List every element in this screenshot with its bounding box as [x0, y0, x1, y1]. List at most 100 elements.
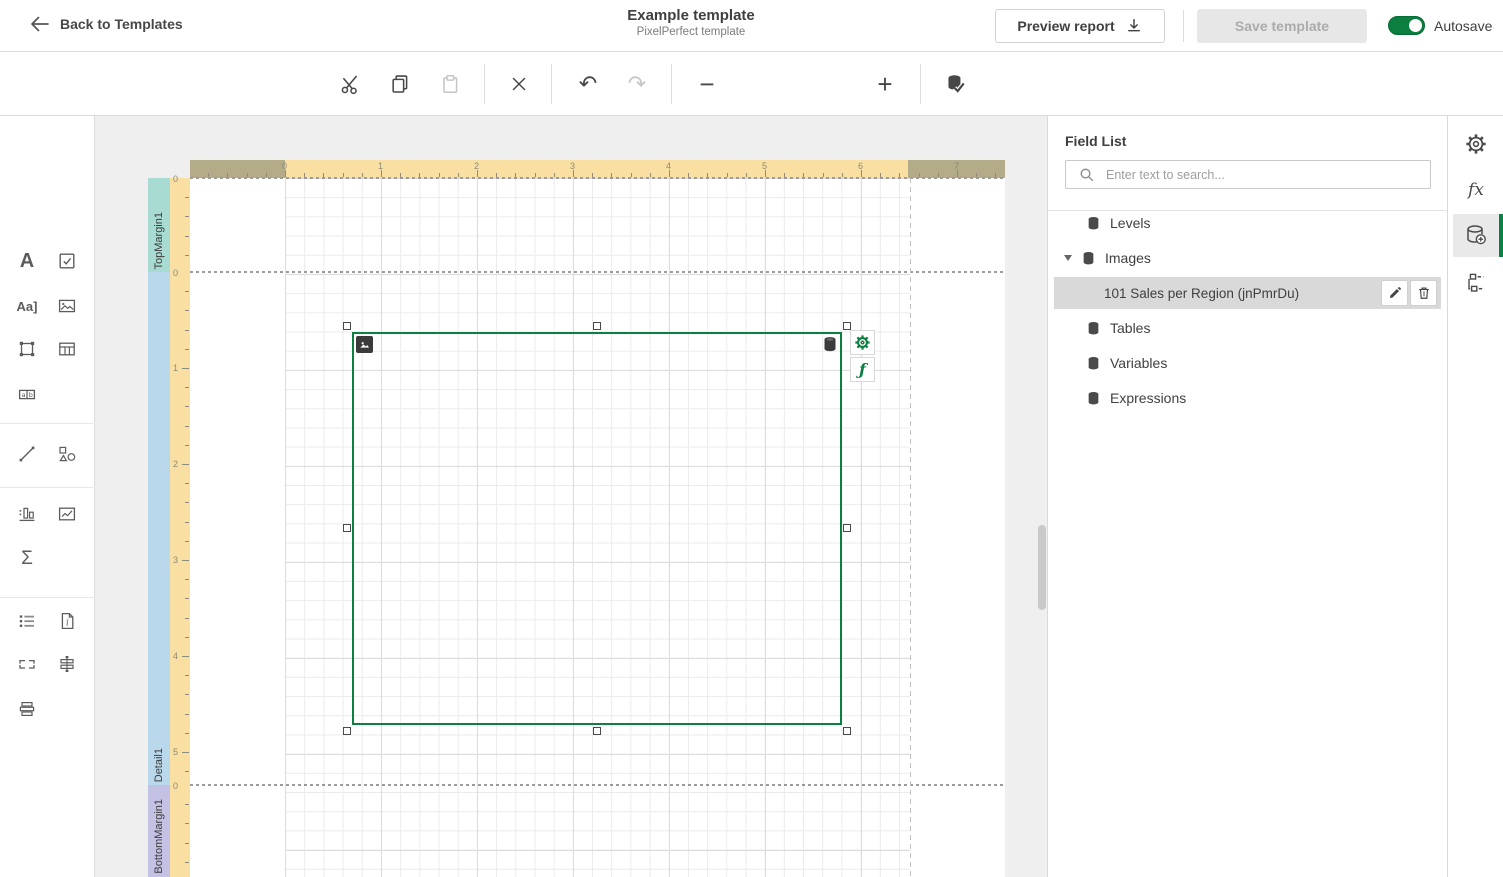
save-template-button[interactable]: Save template: [1197, 9, 1367, 43]
functions-panel-button[interactable]: fx: [1460, 174, 1492, 206]
ruler-inch-tick: [861, 170, 862, 177]
right-panel-strip: fx: [1447, 116, 1503, 877]
sparkline-tool[interactable]: [51, 498, 83, 530]
chart-tool[interactable]: [11, 498, 43, 530]
field-list-panel: Field List Levels Images 101 Sales per R…: [1047, 116, 1447, 877]
ruler-minor-tick: [185, 541, 189, 542]
selection-handle[interactable]: [343, 322, 351, 330]
horizontal-ruler: 01234567: [190, 160, 1005, 178]
svg-text:b: b: [29, 391, 33, 399]
page-break-tool[interactable]: [11, 648, 43, 680]
check-box-icon: [57, 251, 77, 271]
summary-tool[interactable]: Σ: [11, 543, 43, 575]
ruler-margin-segment: [190, 160, 285, 178]
caret-down-icon[interactable]: [1064, 255, 1072, 261]
undo-button[interactable]: ↶: [572, 68, 604, 100]
toolbar-separator: [920, 64, 921, 104]
shape-frame-tool[interactable]: [11, 333, 43, 365]
toolbox-divider: [0, 423, 95, 424]
ruler-inch-tick: [765, 170, 766, 177]
selection-handle[interactable]: [843, 322, 851, 330]
ruler-minor-tick: [185, 310, 189, 311]
ruler-label: 4: [173, 651, 178, 661]
validate-template-button[interactable]: [939, 68, 971, 100]
sub-band-tool[interactable]: [51, 648, 83, 680]
ruler-inch-tick: [669, 170, 670, 177]
label-tool-icon: A: [20, 250, 34, 273]
delete-image-button[interactable]: [1410, 280, 1437, 306]
ruler-label: 7: [954, 161, 959, 171]
ruler-minor-tick: [185, 255, 189, 256]
tree-item-tables[interactable]: Tables: [1048, 312, 1447, 344]
field-search-box[interactable]: [1065, 160, 1431, 189]
ruler-minor-tick: [185, 843, 189, 844]
table-tool[interactable]: [51, 333, 83, 365]
back-label: Back to Templates: [60, 16, 183, 32]
table-of-contents-tool[interactable]: [11, 693, 43, 725]
label-tool[interactable]: A: [11, 245, 43, 277]
selected-picture-box[interactable]: [352, 332, 842, 725]
tree-item-image-sales-per-region[interactable]: 101 Sales per Region (jnPmrDu): [1054, 277, 1441, 309]
band-bottommargin-label: BottomMargin1: [153, 799, 165, 874]
tree-item-levels[interactable]: Levels: [1048, 207, 1447, 239]
fx-icon: fx: [1468, 180, 1484, 200]
selection-handle[interactable]: [593, 727, 601, 735]
zoom-in-button[interactable]: +: [869, 68, 901, 100]
tree-item-expressions[interactable]: Expressions: [1048, 382, 1447, 414]
ruler-minor-tick: [185, 733, 189, 734]
canvas-vertical-scrollbar[interactable]: [1038, 525, 1046, 610]
ruler-inch-tick: [957, 170, 958, 177]
character-comb-tool[interactable]: ab: [11, 378, 43, 410]
toolbox-divider: [0, 487, 95, 488]
redo-button[interactable]: ↷: [621, 68, 653, 100]
list-tool[interactable]: [11, 605, 43, 637]
gear-icon: [1464, 132, 1488, 156]
delete-button[interactable]: [503, 68, 535, 100]
data-sources-panel-button[interactable]: [1460, 219, 1492, 251]
expression-f-icon: ƒ: [859, 360, 866, 379]
ruler-inch-tick: [477, 170, 478, 177]
edit-image-button[interactable]: [1381, 280, 1408, 306]
svg-text:a: a: [22, 391, 26, 399]
field-search-input[interactable]: [1104, 167, 1430, 183]
back-to-templates-link[interactable]: Back to Templates: [28, 13, 183, 35]
selection-handle[interactable]: [343, 524, 351, 532]
cut-button[interactable]: [334, 68, 366, 100]
document-title-block: Example template PixelPerfect template: [606, 7, 776, 38]
trash-icon: [1417, 286, 1431, 300]
page-info-icon: i: [57, 611, 77, 631]
ruler-minor-tick: [185, 675, 189, 676]
band-topmargin-label: TopMargin1: [153, 212, 165, 269]
band-bottommargin[interactable]: BottomMargin1: [148, 785, 170, 877]
shapes-tool[interactable]: [51, 438, 83, 470]
page-info-tool[interactable]: i: [51, 605, 83, 637]
selection-handle[interactable]: [343, 727, 351, 735]
hierarchy-panel-button[interactable]: [1460, 267, 1492, 299]
settings-panel-button[interactable]: [1460, 128, 1492, 160]
picture-box-tool[interactable]: [51, 290, 83, 322]
element-settings-button[interactable]: [850, 330, 875, 355]
ruler-minor-tick: [185, 406, 189, 407]
sub-band-icon: [57, 654, 77, 674]
design-canvas[interactable]: 01234567 00123450 TopMargin1 Detail1 Bot…: [95, 116, 1047, 877]
preview-report-button[interactable]: Preview report: [995, 9, 1165, 43]
element-expression-button[interactable]: ƒ: [850, 357, 875, 382]
undo-icon: ↶: [579, 73, 597, 95]
selection-handle[interactable]: [843, 524, 851, 532]
zoom-out-button[interactable]: −: [691, 68, 723, 100]
toolbar-separator: [551, 64, 552, 104]
paste-button[interactable]: [434, 68, 466, 100]
copy-button[interactable]: [384, 68, 416, 100]
band-topmargin[interactable]: TopMargin1: [148, 178, 170, 272]
selection-handle[interactable]: [593, 322, 601, 330]
tree-item-images[interactable]: Images: [1048, 242, 1447, 274]
band-detail[interactable]: Detail1: [148, 272, 170, 785]
rich-text-tool[interactable]: Aa]: [11, 290, 43, 322]
autosave-toggle[interactable]: [1388, 16, 1425, 35]
line-tool[interactable]: [11, 438, 43, 470]
tree-item-variables[interactable]: Variables: [1048, 347, 1447, 379]
header-bar: Back to Templates Example template Pixel…: [0, 0, 1503, 52]
ruler-label: 1: [378, 161, 383, 171]
check-box-tool[interactable]: [51, 245, 83, 277]
selection-handle[interactable]: [843, 727, 851, 735]
